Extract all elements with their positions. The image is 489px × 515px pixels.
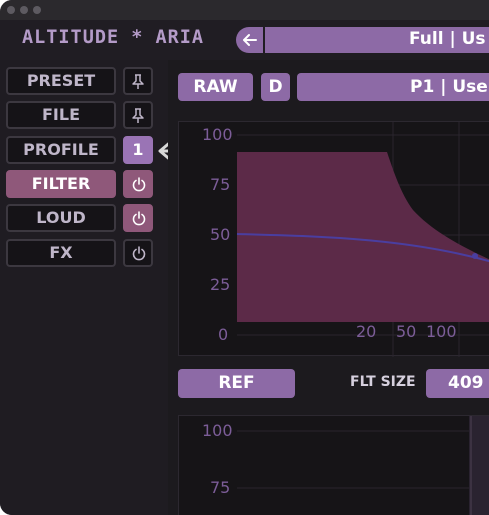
y-tick-label: 50 [210, 225, 231, 244]
ref-button[interactable]: REF [178, 369, 295, 398]
file-pin-button[interactable] [123, 101, 153, 129]
fx-button[interactable]: FX [6, 239, 116, 267]
flt-size-field[interactable]: 409 [426, 369, 489, 398]
app-title: ALTITUDE * ARIA [22, 27, 205, 48]
preset-button[interactable]: PRESET [6, 67, 116, 95]
window-minimize-dot[interactable] [20, 6, 28, 14]
raw-button[interactable]: RAW [178, 73, 253, 101]
back-button[interactable] [236, 27, 263, 53]
y-tick-label: 100 [202, 125, 233, 144]
filter-area [237, 152, 489, 322]
window-zoom-dot[interactable] [33, 6, 41, 14]
app-window: ALTITUDE * ARIA Full | Us PRESET FILE PR… [0, 0, 489, 515]
d-button[interactable]: D [261, 73, 290, 101]
preset-name-field[interactable]: P1 | User [297, 73, 489, 101]
preset-pin-button[interactable] [123, 67, 153, 95]
y-tick-label: 75 [210, 175, 231, 194]
path-label: Full | Us [409, 29, 486, 49]
x-tick-label: 20 [356, 322, 377, 341]
loud-button[interactable]: LOUD [6, 204, 116, 232]
pin-icon [132, 74, 144, 89]
y-tick-label: 100 [202, 421, 233, 440]
flt-size-label: FLT SIZE [350, 374, 416, 390]
filter-button[interactable]: FILTER [6, 170, 116, 198]
fx-power-button[interactable] [123, 239, 153, 267]
filter-power-button[interactable] [123, 170, 153, 198]
profile-number-button[interactable]: 1 [123, 136, 153, 164]
power-icon [132, 177, 146, 192]
y-tick-label: 25 [210, 275, 231, 294]
arrow-left-icon [243, 34, 257, 46]
title-bar [0, 0, 489, 20]
window-close-dot[interactable] [7, 6, 15, 14]
y-tick-label: 0 [218, 325, 229, 344]
power-icon [132, 211, 146, 226]
y-tick-label: 75 [210, 478, 231, 497]
curve-handle[interactable] [472, 253, 478, 259]
profile-button[interactable]: PROFILE [6, 136, 116, 164]
x-tick-label: 50 [396, 322, 417, 341]
file-button[interactable]: FILE [6, 101, 116, 129]
loud-power-button[interactable] [123, 204, 153, 232]
power-icon [132, 246, 146, 261]
pin-icon [132, 108, 144, 123]
sidebar: PRESET FILE PROFILE 1 FILTER LOUD FX [0, 60, 168, 515]
x-tick-label: 100 [426, 322, 457, 341]
